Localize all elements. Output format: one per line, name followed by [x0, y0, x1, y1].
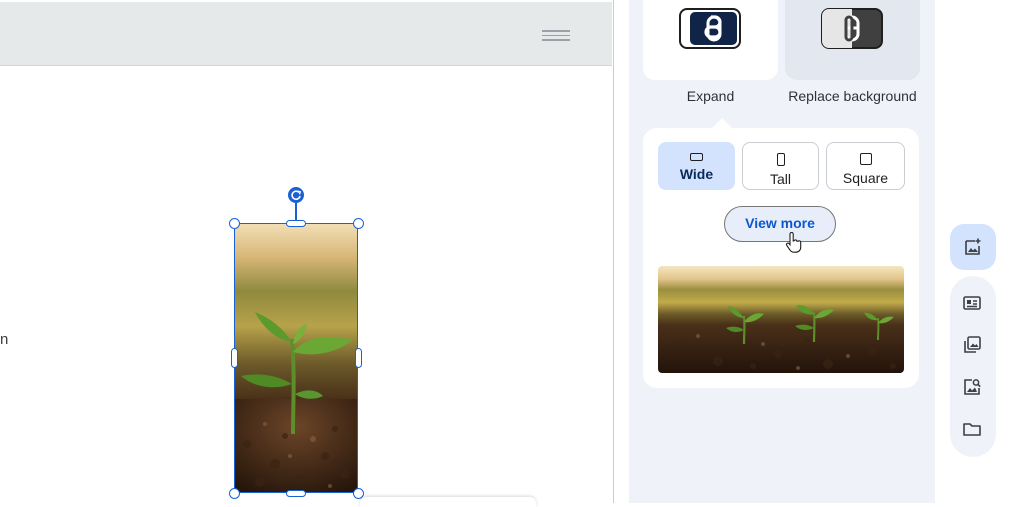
option-square-label: Square	[842, 170, 889, 186]
replace-background-label: Replace background	[788, 88, 917, 104]
slide-canvas[interactable]: n	[0, 0, 614, 507]
resize-handle-left[interactable]	[231, 348, 238, 368]
seedlings-preview	[658, 266, 904, 373]
expand-tile[interactable]	[643, 0, 778, 80]
add-image-icon	[965, 238, 981, 255]
resize-handle-right[interactable]	[355, 348, 362, 368]
option-tall-button[interactable]: Tall	[742, 142, 819, 190]
resize-handle-bottom[interactable]	[286, 490, 306, 497]
resize-handle-top-right[interactable]	[353, 218, 364, 229]
gallery-icon[interactable]	[962, 335, 982, 355]
image-edit-panel: Expand Replace background Wide Tall Squa…	[629, 0, 935, 503]
square-aspect-icon	[859, 153, 872, 165]
resize-handle-top[interactable]	[286, 220, 306, 227]
card-pointer	[712, 118, 732, 138]
replace-background-tile[interactable]	[785, 0, 920, 80]
option-wide-label: Wide	[679, 166, 714, 182]
tall-aspect-icon	[776, 153, 785, 166]
slide-text-fragment: n	[0, 331, 9, 348]
option-wide-button[interactable]: Wide	[658, 142, 735, 190]
floating-toolbar-edge	[360, 497, 536, 507]
expand-icon	[679, 8, 741, 49]
option-square-button[interactable]: Square	[826, 142, 905, 190]
rotation-stem	[295, 203, 297, 221]
expand-options-card: Wide Tall Square View more	[643, 118, 919, 388]
resize-handle-bottom-left[interactable]	[229, 488, 240, 499]
image-search-icon[interactable]	[962, 377, 982, 397]
side-rail-group	[950, 276, 996, 457]
layout-icon[interactable]	[962, 293, 982, 313]
expand-label: Expand	[686, 88, 735, 104]
replace-background-icon	[821, 8, 883, 49]
wide-aspect-icon	[690, 153, 703, 161]
resize-handle-top-left[interactable]	[229, 218, 240, 229]
rail-item-add-image[interactable]	[950, 224, 996, 270]
seedling-image	[235, 224, 358, 493]
slide-header-bar	[0, 2, 612, 66]
rotate-handle-icon[interactable]	[288, 187, 304, 203]
option-tall-label: Tall	[769, 171, 791, 187]
selected-image[interactable]	[235, 224, 358, 493]
view-more-button[interactable]: View more	[724, 206, 836, 242]
folder-icon[interactable]	[962, 419, 982, 439]
drag-handle-icon[interactable]	[542, 30, 570, 42]
hand-pointer-icon	[785, 232, 802, 253]
wide-preview-image[interactable]	[658, 266, 904, 373]
